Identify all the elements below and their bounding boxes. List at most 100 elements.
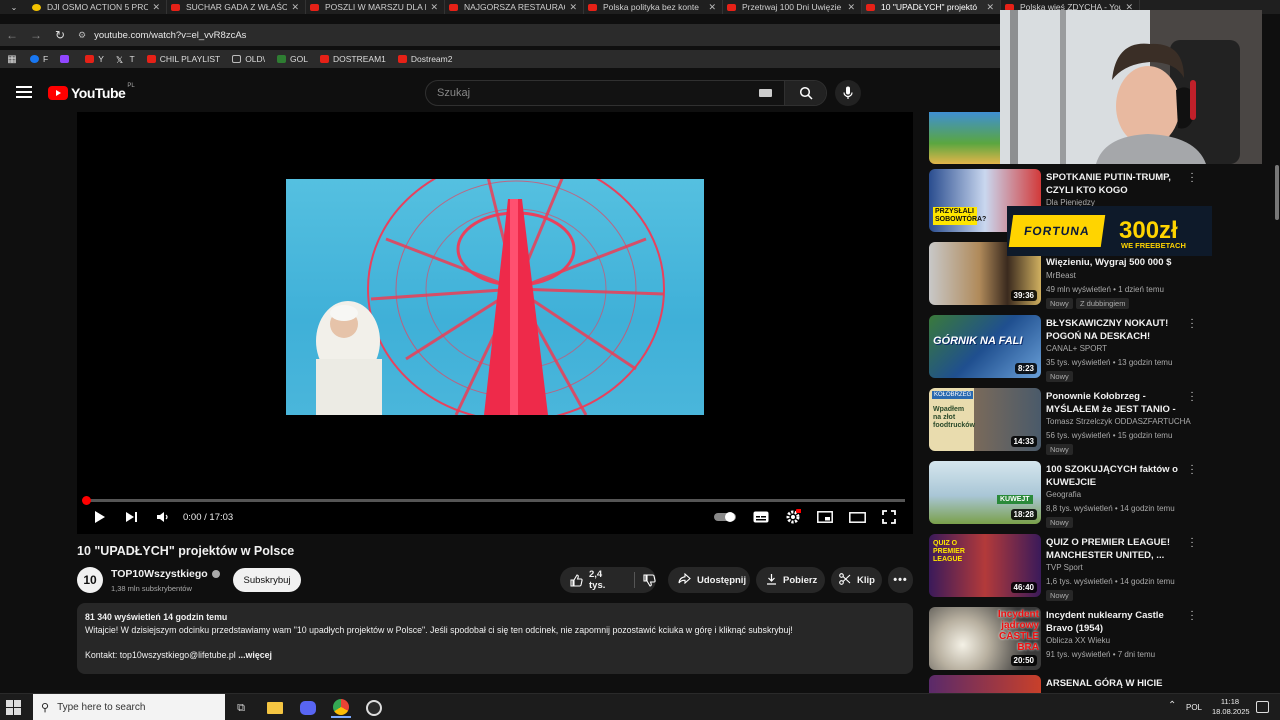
more-vertical-icon[interactable]: · · ·	[1188, 388, 1196, 406]
clock[interactable]: 11:18 18.08.2025	[1212, 697, 1250, 717]
scrubber-handle[interactable]	[82, 496, 91, 505]
dislike-button[interactable]	[643, 573, 656, 587]
recommendation-channel[interactable]: Oblicza XX Wieku	[1046, 636, 1110, 645]
browser-tab-6-active[interactable]: 10 "UPADŁYCH" projektó ✕	[862, 0, 1001, 14]
recommendation-title[interactable]: SPOTKANIE PUTIN-TRUMP, CZYLI KTO KOGO RO…	[1046, 171, 1186, 198]
recommendation-channel[interactable]: CANAL+ SPORT	[1046, 344, 1107, 353]
tab-close-icon[interactable]: ✕	[708, 2, 716, 13]
video-player[interactable]: 0:00 / 17:03	[77, 112, 913, 534]
recommendation-channel[interactable]: MrBeast	[1046, 271, 1076, 280]
back-arrow-icon[interactable]: ←	[0, 28, 24, 42]
more-vertical-icon[interactable]: · · ·	[1188, 607, 1196, 625]
youtube-logo[interactable]: YouTube PL	[48, 83, 135, 101]
recommendation-title[interactable]: ARSENAL GÓRĄ W HICIE	[1046, 677, 1186, 690]
bookmark-gol[interactable]: GOL	[277, 54, 308, 64]
recommendation-title[interactable]: 100 SZOKUJĄCYCH faktów o KUWEJCIE	[1046, 463, 1186, 489]
notification-center-icon[interactable]	[1256, 701, 1269, 713]
miniplayer-button[interactable]	[816, 508, 834, 526]
bookmark-f[interactable]: F	[30, 54, 48, 64]
file-explorer-icon[interactable]	[265, 698, 285, 718]
recommendation-item[interactable]: QUIZ O PREMIER LEAGUE 46:40 QUIZ O PREMI…	[929, 534, 1209, 601]
menu-hamburger-icon[interactable]	[16, 86, 32, 98]
clip-button[interactable]: Klip	[831, 567, 882, 593]
subtitles-button[interactable]	[752, 508, 770, 526]
recommendation-thumbnail[interactable]: KUWEJT 18:28	[929, 461, 1041, 524]
recommendation-thumbnail[interactable]: Incydent jądrowy CASTLE BRA 20:50	[929, 607, 1041, 670]
recommendation-thumbnail[interactable]: QUIZ O PREMIER LEAGUE 46:40	[929, 534, 1041, 597]
recommendation-thumbnail[interactable]: KOŁOBRZEG Wpadłem na złot foodtrucków 14…	[929, 388, 1041, 451]
autoplay-toggle[interactable]	[714, 508, 738, 526]
recommendation-channel[interactable]: Tomasz Strzelczyk ODDASZFARTUCHA	[1046, 417, 1191, 426]
fullscreen-button[interactable]	[880, 508, 898, 526]
site-info-icon[interactable]: ⚙	[78, 30, 86, 41]
play-button[interactable]	[91, 508, 109, 526]
browser-tab-5[interactable]: Przetrwaj 100 Dni Uwięzie ✕	[723, 0, 862, 14]
bookmark-dostream1[interactable]: DOSTREAM1	[319, 54, 386, 64]
language-indicator[interactable]: POL	[1186, 703, 1202, 712]
browser-tab-4[interactable]: Polska polityka bez konte ✕	[584, 0, 723, 14]
search-input[interactable]	[426, 81, 759, 105]
subscribe-button[interactable]: Subskrybuj	[233, 568, 301, 592]
more-actions-button[interactable]: •••	[888, 567, 913, 593]
url-field[interactable]: ⚙ youtube.com/watch?v=el_vvR8zcAs	[78, 25, 978, 45]
task-view-icon[interactable]: ⧉	[231, 698, 251, 718]
more-vertical-icon[interactable]: · · ·	[1188, 534, 1196, 552]
tray-overflow-chevron-icon[interactable]: ⌃	[1168, 700, 1176, 711]
recommendation-channel[interactable]: Geografia	[1046, 490, 1081, 499]
theater-mode-button[interactable]	[848, 508, 866, 526]
tab-close-icon[interactable]: ✕	[291, 2, 299, 13]
bookmark-dostream2[interactable]: Dostream2	[397, 54, 452, 64]
browser-tab-3[interactable]: NAJGORSZA RESTAURAC ✕	[445, 0, 584, 14]
progress-bar[interactable]	[82, 496, 905, 505]
like-button[interactable]	[570, 573, 583, 587]
recommendation-item[interactable]: GÓRNIK NA FALI 8:23 BŁYSKAWICZNY NOKAUT!…	[929, 315, 1209, 382]
bookmark-y[interactable]: Y	[85, 54, 104, 64]
description-box[interactable]: 81 340 wyświetleń 14 godzin temu Witajci…	[77, 603, 913, 674]
next-video-button[interactable]	[122, 508, 140, 526]
more-vertical-icon[interactable]: · · ·	[1188, 169, 1196, 187]
settings-button[interactable]	[783, 508, 803, 526]
recommendation-item[interactable]: KUWEJT 18:28 100 SZOKUJĄCYCH faktów o KU…	[929, 461, 1209, 528]
more-vertical-icon[interactable]: · · ·	[1188, 315, 1196, 333]
tab-close-icon[interactable]: ✕	[986, 2, 994, 13]
channel-avatar[interactable]: 10	[77, 567, 103, 593]
page-scrollbar-thumb[interactable]	[1275, 165, 1279, 220]
mute-button[interactable]	[153, 508, 171, 526]
keyboard-icon[interactable]	[759, 89, 772, 97]
chrome-icon[interactable]	[331, 698, 351, 718]
tab-close-icon[interactable]: ✕	[847, 2, 855, 13]
recommendation-title[interactable]: Incydent nuklearny Castle Bravo (1954)	[1046, 609, 1186, 635]
bookmark-t[interactable]: 𝕏 T	[116, 54, 135, 65]
browser-tab-2[interactable]: POSZLI W MARSZU DLA P ✕	[306, 0, 445, 14]
forward-arrow-icon[interactable]: →	[24, 28, 48, 42]
recommendation-title[interactable]: QUIZ O PREMIER LEAGUE! MANCHESTER UNITED…	[1046, 536, 1186, 562]
bookmark-old-folder[interactable]: OLD\	[232, 54, 265, 64]
recommendation-thumbnail[interactable]: GÓRNIK NA FALI 8:23	[929, 315, 1041, 378]
tab-close-icon[interactable]: ✕	[152, 2, 160, 13]
browser-tab-1[interactable]: SUCHAR GADA Z WŁAŚCI ✕	[167, 0, 306, 14]
reload-icon[interactable]: ↻	[48, 28, 72, 42]
recommendation-title[interactable]: BŁYSKAWICZNY NOKAUT! POGOŃ NA DESKACH! P…	[1046, 317, 1186, 344]
recommendation-channel[interactable]: TVP Sport	[1046, 563, 1083, 572]
recommendation-thumbnail[interactable]	[929, 675, 1041, 693]
bookmark-chil-playlist[interactable]: CHIL PLAYLIST	[146, 54, 220, 64]
browser-tab-0[interactable]: DJI OSMO ACTION 5 PRO ✕	[28, 0, 167, 14]
recommendation-item[interactable]: Incydent jądrowy CASTLE BRA 20:50 Incyde…	[929, 607, 1209, 673]
like-count[interactable]: 2,4 tys.	[589, 569, 620, 591]
tab-close-icon[interactable]: ✕	[569, 2, 577, 13]
more-vertical-icon[interactable]: · · ·	[1188, 461, 1196, 479]
video-frame[interactable]	[286, 179, 704, 415]
search-button[interactable]	[784, 81, 826, 105]
show-more-link[interactable]: ...więcej	[238, 650, 272, 660]
recommendation-title[interactable]: Ponownie Kołobrzeg - MYŚLAŁEM że JEST TA…	[1046, 390, 1186, 417]
share-button[interactable]: Udostępnij	[668, 567, 750, 593]
voice-search-button[interactable]	[835, 80, 861, 106]
obs-icon[interactable]	[364, 698, 384, 718]
tab-close-icon[interactable]: ✕	[430, 2, 438, 13]
recommendation-title[interactable]: Więzieniu, Wygraj 500 000 $	[1046, 256, 1186, 269]
tab-search-button[interactable]: ⌄	[0, 0, 28, 14]
bookmark-twitch[interactable]	[60, 55, 73, 63]
channel-name[interactable]: TOP10Wszystkiego	[111, 568, 220, 580]
download-button[interactable]: Pobierz	[756, 567, 825, 593]
apps-grid-icon[interactable]: ▦	[0, 54, 24, 65]
